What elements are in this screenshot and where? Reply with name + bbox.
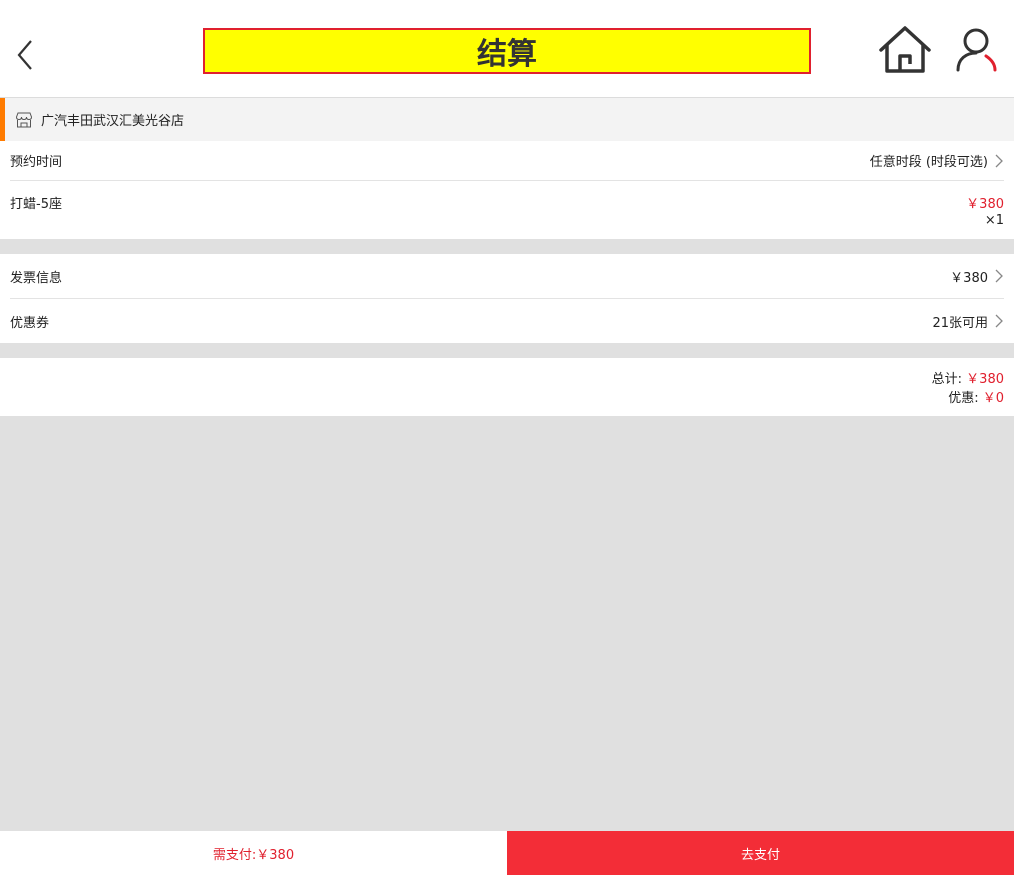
coupon-label: 优惠券	[10, 315, 50, 331]
back-arrow-icon	[17, 40, 32, 70]
total-value: ￥380	[966, 372, 1004, 387]
payment-options-card: 发票信息 ￥380 优惠券 21张可用	[0, 254, 1014, 343]
total-line: 总计: ￥380	[0, 370, 1004, 389]
order-card: 预约时间 任意时段 (时段可选) 打蜡-5座 ￥380 ×1	[0, 141, 1014, 239]
discount-label: 优惠:	[948, 391, 979, 406]
coupon-value: 21张可用	[932, 315, 988, 331]
invoice-label: 发票信息	[10, 270, 63, 286]
coupon-row[interactable]: 优惠券 21张可用	[10, 299, 1004, 343]
home-icon	[879, 26, 931, 73]
checkout-footer: 需支付:￥380 去支付	[0, 831, 1014, 875]
store-bar: 广汽丰田武汉汇美光谷店	[0, 98, 1014, 141]
summary-card: 总计: ￥380 优惠: ￥0	[0, 358, 1014, 416]
discount-line: 优惠: ￥0	[0, 389, 1004, 408]
total-label: 总计:	[931, 372, 963, 387]
back-button[interactable]	[10, 36, 40, 74]
home-button[interactable]	[876, 24, 934, 76]
pay-button[interactable]: 去支付	[507, 831, 1014, 875]
product-name: 打蜡-5座	[10, 197, 62, 212]
appointment-row[interactable]: 预约时间 任意时段 (时段可选)	[10, 141, 1004, 181]
product-price: ￥380	[966, 197, 1004, 212]
chevron-right-icon	[995, 269, 1003, 283]
user-button[interactable]	[952, 24, 1000, 76]
discount-value: ￥0	[982, 391, 1004, 406]
product-row: 打蜡-5座 ￥380 ×1	[10, 181, 1004, 239]
chevron-right-icon	[995, 154, 1003, 167]
store-icon	[15, 112, 33, 127]
product-quantity: ×1	[984, 213, 1004, 228]
invoice-row[interactable]: 发票信息 ￥380	[10, 254, 1004, 299]
page-title-box: 结算	[203, 28, 811, 74]
top-nav-bar: 结算	[0, 0, 1014, 98]
appointment-label: 预约时间	[10, 155, 63, 170]
user-icon	[956, 28, 997, 72]
page-title: 结算	[477, 37, 537, 72]
invoice-value: ￥380	[950, 270, 988, 286]
chevron-right-icon	[995, 314, 1003, 328]
amount-due: 需支付:￥380	[0, 831, 507, 875]
store-name: 广汽丰田武汉汇美光谷店	[41, 114, 185, 129]
appointment-value: 任意时段 (时段可选)	[869, 155, 988, 170]
